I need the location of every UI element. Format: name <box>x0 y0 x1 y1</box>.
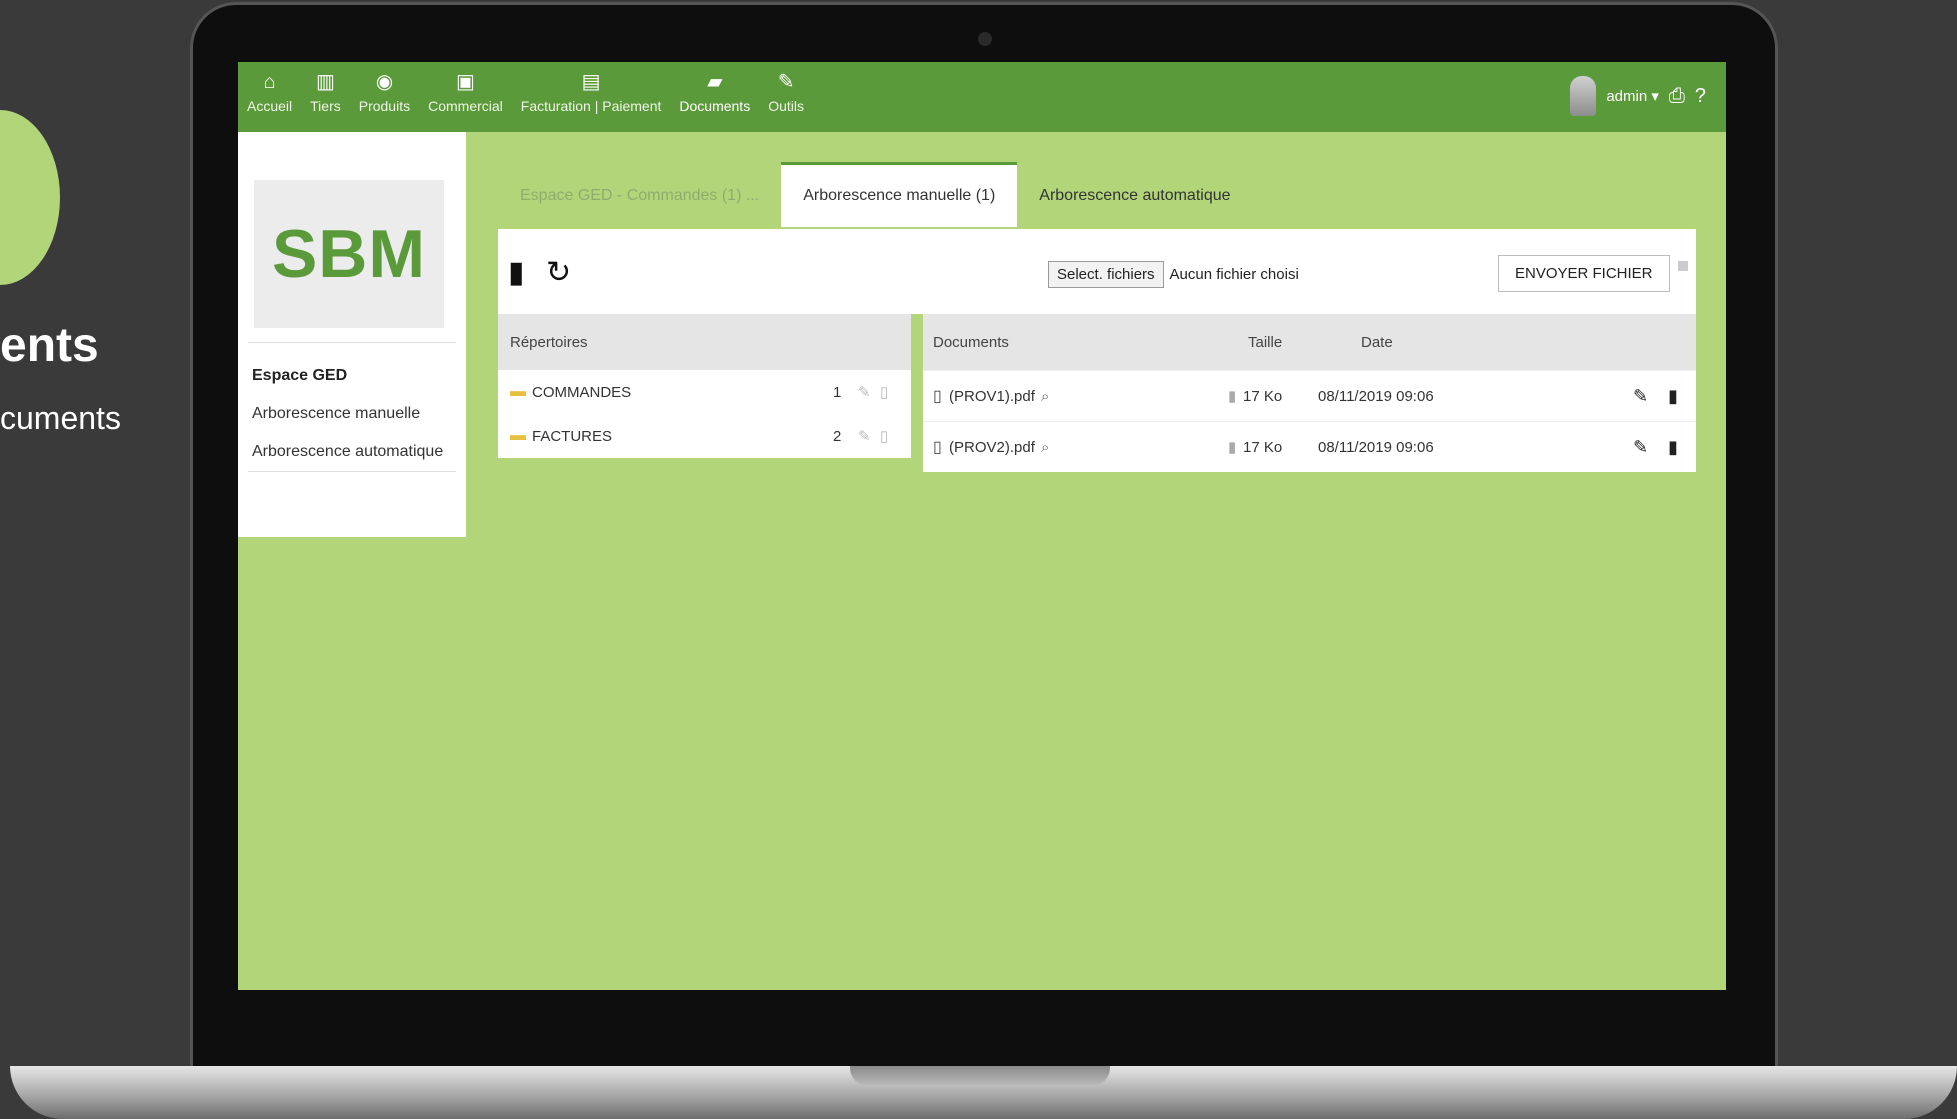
promo-check-circle <box>0 110 60 285</box>
trash-icon[interactable]: ▮ <box>1668 437 1678 458</box>
column-header-date: Date <box>1361 333 1393 351</box>
nav-label: Facturation | Paiement <box>520 98 662 114</box>
file-icon: ▯ <box>933 388 942 405</box>
file-upload: Select. fichiers Aucun fichier choisi <box>1048 261 1299 288</box>
table-row[interactable]: ▯ (PROV1).pdf ⌕ ▮ 17 Ko 08/11/2019 09:06… <box>923 370 1696 421</box>
table-header: Documents Taille Date <box>923 314 1696 370</box>
toolbar: ▮ ↻ Select. fichiers Aucun fichier chois… <box>498 229 1696 314</box>
nav-label: Produits <box>358 98 411 114</box>
trash-icon[interactable]: ▯ <box>880 383 888 401</box>
sidebar-item-auto-tree[interactable]: Arborescence automatique <box>238 433 466 471</box>
file-icon: ▯ <box>933 439 942 456</box>
edit-icon[interactable]: ✎ <box>1633 386 1648 407</box>
briefcase-icon: ▣ <box>455 71 475 93</box>
edit-icon[interactable]: ✎ <box>858 383 871 401</box>
sidebar-title[interactable]: Espace GED <box>238 343 466 395</box>
nav-item-commercial[interactable]: ▣ Commercial <box>419 62 512 132</box>
nav-item-documents[interactable]: ▰ Documents <box>670 62 759 132</box>
avatar[interactable] <box>1570 76 1597 116</box>
document-name[interactable]: (PROV2).pdf <box>949 439 1035 456</box>
nav-label: Commercial <box>428 98 503 114</box>
nav-item-produits[interactable]: ◉ Produits <box>350 62 419 132</box>
nav-label: Outils <box>768 98 804 114</box>
preview-icon[interactable]: ⌕ <box>1041 439 1049 456</box>
directory-name[interactable]: COMMANDES <box>532 384 631 401</box>
tab-manual-tree[interactable]: Arborescence manuelle (1) <box>781 162 1018 227</box>
building-icon: ▥ <box>315 71 335 93</box>
nav-label: Tiers <box>310 98 341 114</box>
edit-icon[interactable]: ✎ <box>1633 437 1648 458</box>
document-size: 17 Ko <box>1243 387 1283 405</box>
document-date: 08/11/2019 09:06 <box>1318 387 1434 405</box>
promo-title: ents <box>0 319 99 372</box>
send-file-button[interactable]: ENVOYER FICHIER <box>1498 255 1670 292</box>
cube-icon: ◉ <box>375 71 394 93</box>
nav-item-facturation[interactable]: ▤ Facturation | Paiement <box>512 62 671 132</box>
new-folder-icon[interactable]: ▮ <box>508 255 525 290</box>
logo-text: SBM <box>271 216 427 292</box>
top-nav: ⌂ Accueil ▥ Tiers ◉ Produits ▣ Commercia… <box>238 62 1726 132</box>
trash-icon[interactable]: ▯ <box>880 427 888 445</box>
home-icon: ⌂ <box>263 71 276 93</box>
info-icon: ▮ <box>1228 439 1237 456</box>
left-sidebar: SBM Espace GED Arborescence manuelle Arb… <box>238 132 466 537</box>
laptop-camera <box>978 32 992 46</box>
table-header: Répertoires <box>498 314 911 370</box>
document-name[interactable]: (PROV1).pdf <box>949 388 1035 405</box>
nav-item-accueil[interactable]: ⌂ Accueil <box>238 62 301 132</box>
documents-table: Documents Taille Date ▯ (PROV1).pdf ⌕ ▮ … <box>923 314 1696 472</box>
tab-bar: Espace GED - Commandes (1) ... Arboresce… <box>498 162 1253 227</box>
print-icon[interactable]: ⎙ <box>1669 85 1685 108</box>
folder-open-icon: ▰ <box>707 71 723 93</box>
nav-label: Accueil <box>247 98 293 114</box>
divider <box>248 471 456 472</box>
user-menu[interactable]: admin ▾ <box>1606 87 1659 105</box>
tab-espace-ged[interactable]: Espace GED - Commandes (1) ... <box>498 165 781 227</box>
folder-icon: ▬ <box>510 383 526 400</box>
file-status: Aucun fichier choisi <box>1169 266 1299 283</box>
nav-label: Documents <box>679 98 751 114</box>
edit-icon[interactable]: ✎ <box>858 427 871 445</box>
app-screen: ⌂ Accueil ▥ Tiers ◉ Produits ▣ Commercia… <box>238 62 1726 990</box>
wrench-icon: ✎ <box>777 71 795 93</box>
help-icon[interactable]: ? <box>1695 85 1706 108</box>
promo-subtitle: cuments <box>0 400 121 436</box>
laptop-notch <box>850 1066 1110 1086</box>
document-size: 17 Ko <box>1243 438 1283 456</box>
column-header-documents: Documents <box>933 333 1009 351</box>
select-files-button[interactable]: Select. fichiers <box>1048 261 1164 288</box>
nav-item-outils[interactable]: ✎ Outils <box>759 62 813 132</box>
column-header-size: Taille <box>1248 333 1283 351</box>
nav-item-tiers[interactable]: ▥ Tiers <box>301 62 350 132</box>
directory-count: 2 <box>833 427 842 445</box>
option-checkbox[interactable] <box>1678 261 1688 271</box>
tab-auto-tree[interactable]: Arborescence automatique <box>1017 165 1252 227</box>
table-row[interactable]: ▬ FACTURES 2 ✎ ▯ <box>498 414 911 458</box>
directory-name[interactable]: FACTURES <box>532 428 612 445</box>
left-menu: Espace GED Arborescence manuelle Arbores… <box>238 342 466 472</box>
table-row[interactable]: ▯ (PROV2).pdf ⌕ ▮ 17 Ko 08/11/2019 09:06… <box>923 421 1696 472</box>
preview-icon[interactable]: ⌕ <box>1041 388 1049 405</box>
document-date: 08/11/2019 09:06 <box>1318 438 1434 456</box>
user-area: admin ▾ ⎙ ? <box>1570 76 1706 116</box>
column-header-directories: Répertoires <box>510 333 588 351</box>
info-icon: ▮ <box>1228 388 1237 405</box>
ged-card: ▮ ↻ Select. fichiers Aucun fichier chois… <box>498 229 1696 479</box>
trash-icon[interactable]: ▮ <box>1668 386 1678 407</box>
folder-icon: ▬ <box>510 427 526 444</box>
money-icon: ▤ <box>581 71 601 93</box>
directories-table: Répertoires ▬ COMMANDES 1 ✎ ▯ ▬ FACTURES… <box>498 314 911 458</box>
sidebar-item-manual-tree[interactable]: Arborescence manuelle <box>238 395 466 433</box>
company-logo: SBM <box>254 180 444 328</box>
table-row[interactable]: ▬ COMMANDES 1 ✎ ▯ <box>498 370 911 414</box>
refresh-icon[interactable]: ↻ <box>546 255 571 290</box>
directory-count: 1 <box>833 383 842 401</box>
